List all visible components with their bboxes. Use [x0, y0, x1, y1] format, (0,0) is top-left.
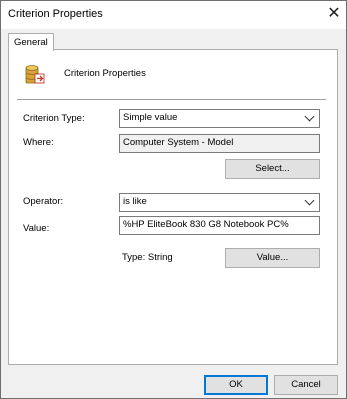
criterion-type-value: Simple value — [123, 112, 178, 123]
value-button[interactable]: Value... — [225, 248, 320, 268]
close-icon[interactable]: ✕ — [323, 4, 345, 24]
operator-label: Operator: — [23, 196, 64, 207]
header-separator — [17, 99, 326, 100]
ok-button[interactable]: OK — [204, 375, 268, 395]
cancel-button[interactable]: Cancel — [274, 375, 338, 395]
value-label: Value: — [23, 223, 50, 234]
type-string-text: Type: String — [122, 252, 173, 263]
window-title: Criterion Properties — [8, 8, 103, 20]
criterion-type-select[interactable]: Simple value — [119, 109, 320, 128]
header-title: Criterion Properties — [64, 68, 146, 79]
tab-general[interactable]: General — [8, 33, 54, 51]
value-text: %HP EliteBook 830 G8 Notebook PC% — [123, 219, 289, 230]
database-criterion-icon — [25, 65, 45, 84]
operator-select[interactable]: is like — [119, 193, 320, 212]
operator-value: is like — [123, 196, 147, 207]
where-field: Computer System - Model — [119, 134, 320, 153]
chevron-down-icon — [304, 111, 315, 122]
dialog-window: Criterion Properties ✕ General Criterion… — [0, 0, 347, 399]
select-button[interactable]: Select... — [225, 159, 320, 179]
where-label: Where: — [23, 137, 54, 148]
tab-general-label: General — [14, 37, 48, 48]
title-bar[interactable]: Criterion Properties ✕ — [1, 1, 346, 29]
value-input[interactable]: %HP EliteBook 830 G8 Notebook PC% — [119, 216, 320, 235]
criterion-type-label: Criterion Type: — [23, 113, 85, 124]
chevron-down-icon — [304, 195, 315, 206]
where-value: Computer System - Model — [123, 137, 234, 148]
